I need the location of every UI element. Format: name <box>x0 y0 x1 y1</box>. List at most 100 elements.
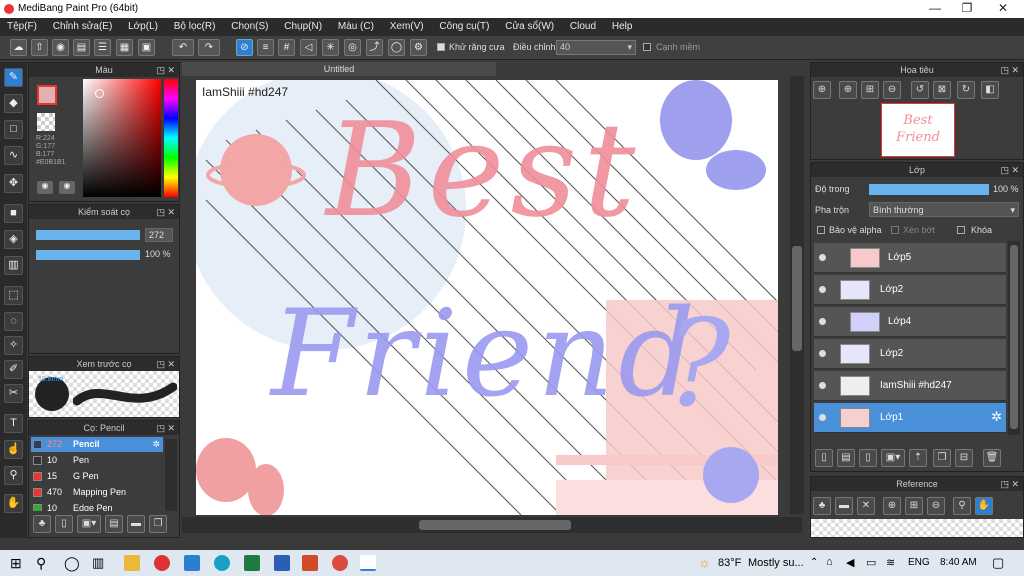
menu-snap[interactable]: Chụp(N) <box>284 18 322 32</box>
trash-icon[interactable]: 🗑 <box>983 449 1001 467</box>
windows-start-icon[interactable]: ⊞ <box>10 555 26 571</box>
comment-icon[interactable]: ◉ <box>52 39 69 56</box>
new-layer-icon[interactable]: ▯ <box>815 449 833 467</box>
move-tool-icon[interactable]: ✥ <box>4 174 23 193</box>
menu-file[interactable]: Tệp(F) <box>7 18 37 32</box>
cloud-icon[interactable]: ☁ <box>10 39 27 56</box>
fill-rect-tool-icon[interactable]: ■ <box>4 204 23 223</box>
zoom-out-icon[interactable]: ⊖ <box>883 81 901 99</box>
grid-snap-icon[interactable]: # <box>278 39 295 56</box>
layer-row[interactable]: IamShiii #hd247 <box>814 371 1006 401</box>
search-icon[interactable]: ⚲ <box>36 555 52 571</box>
powerpoint-icon[interactable] <box>302 555 318 571</box>
perspective-snap-icon[interactable]: ◁ <box>300 39 317 56</box>
weather-icon[interactable]: ☼ <box>698 554 711 570</box>
tray-chevron-icon[interactable]: ⌃ <box>810 557 818 568</box>
new-folder-layer-icon[interactable]: ▯ <box>859 449 877 467</box>
gear-icon[interactable]: ✲ <box>152 437 160 452</box>
text-tool-icon[interactable]: T <box>4 414 23 433</box>
smooth-checkbox[interactable] <box>643 43 651 51</box>
menu-filter[interactable]: Bộ lọc(R) <box>174 18 216 32</box>
medibang-taskbar-icon[interactable] <box>360 555 376 571</box>
fit-screen-icon[interactable]: ⊞ <box>861 81 879 99</box>
eye-icon[interactable] <box>819 350 826 357</box>
panel-close-icon[interactable]: ◳ ✕ <box>156 205 175 219</box>
weather-text[interactable]: Mostly su... <box>748 557 806 569</box>
menu-select[interactable]: Chọn(S) <box>231 18 268 32</box>
brush-size-slider[interactable] <box>36 230 140 240</box>
canvas-tab[interactable]: Untitled <box>182 62 496 76</box>
menu-color[interactable]: Màu (C) <box>338 18 374 32</box>
task-view-icon[interactable]: ◯ <box>64 555 80 571</box>
select-pen-icon[interactable]: ✐ <box>4 360 23 379</box>
vertical-scroll-thumb[interactable] <box>792 246 802 351</box>
upload-icon[interactable]: ⇧ <box>31 39 48 56</box>
close-button[interactable]: ✕ <box>986 1 1020 15</box>
redo-icon[interactable]: ↷ <box>198 39 220 56</box>
canvas-vertical-scrollbar[interactable] <box>790 76 804 514</box>
layer-scrollbar[interactable] <box>1008 241 1020 435</box>
zoom-fit-icon[interactable]: ⊕ <box>813 81 831 99</box>
layer-row[interactable]: Lớp4 <box>814 307 1006 337</box>
ellipse-snap-icon[interactable]: ◯ <box>388 39 405 56</box>
artwork-canvas[interactable]: IamShiii #hd247 Best Friend ? <box>196 80 778 515</box>
rect-tool-icon[interactable]: □ <box>4 120 23 139</box>
rotate-left-icon[interactable]: ↺ <box>911 81 929 99</box>
primary-color-swatch[interactable] <box>37 85 57 105</box>
panel-close-icon[interactable]: ◳ ✕ <box>1000 163 1019 177</box>
network-icon[interactable]: ⌂ <box>826 556 833 568</box>
brush-menu-icon[interactable]: ▣▾ <box>77 515 101 533</box>
new-brush-icon[interactable]: ▯ <box>55 515 73 533</box>
battery-icon[interactable]: ▭ <box>866 556 876 569</box>
eraser-tool-icon[interactable]: ◆ <box>4 94 23 113</box>
eye-icon[interactable] <box>819 414 826 421</box>
clock[interactable]: 8:40 AM <box>940 557 977 568</box>
layer-row[interactable]: Lớp2 <box>814 275 1006 305</box>
select-tool-icon[interactable]: ⬚ <box>4 286 23 305</box>
transparent-swatch[interactable] <box>37 113 55 131</box>
list-icon[interactable]: ☰ <box>94 39 111 56</box>
brush-tool-icon[interactable]: ✎ <box>4 68 23 87</box>
brush-opacity-slider[interactable] <box>36 250 140 260</box>
no-snap-icon[interactable]: ⊘ <box>236 39 253 56</box>
menu-tools[interactable]: Công cụ(T) <box>439 18 489 32</box>
excel-icon[interactable] <box>244 555 260 571</box>
layer-row[interactable]: Lớp2 <box>814 339 1006 369</box>
add-reference-icon[interactable]: ♣ <box>813 497 831 515</box>
clip-checkbox[interactable] <box>891 226 899 234</box>
widgets-icon[interactable]: ▥ <box>92 555 108 571</box>
fit-screen-icon[interactable]: ⊞ <box>905 497 923 515</box>
notifications-icon[interactable]: ▢ <box>992 555 1004 571</box>
select-eraser-icon[interactable]: ✂ <box>4 384 23 403</box>
menu-cloud[interactable]: Cloud <box>570 18 596 32</box>
pen-tool-icon[interactable]: ∿ <box>4 146 23 165</box>
operation-tool-icon[interactable]: ☝ <box>4 440 23 459</box>
weather-temp[interactable]: 83°F <box>718 557 741 569</box>
brush-item-pencil[interactable]: 272 Pencil ✲ <box>31 437 163 452</box>
color-picker-cursor[interactable] <box>95 89 104 98</box>
menu-help[interactable]: Help <box>612 18 633 32</box>
copy-brush-icon[interactable]: ▤ <box>105 515 123 533</box>
gear-icon[interactable]: ✲ <box>991 409 1002 425</box>
edge-icon[interactable] <box>214 555 230 571</box>
zoom-in-icon[interactable]: ⊕ <box>883 497 901 515</box>
app-red-icon[interactable] <box>154 555 170 571</box>
hand-icon[interactable]: ✋ <box>975 497 993 515</box>
chat-icon[interactable]: ▤ <box>73 39 90 56</box>
panel-close-icon[interactable]: ◳ ✕ <box>1000 63 1019 77</box>
open-folder-icon[interactable]: ▬ <box>835 497 853 515</box>
adjust-select[interactable]: 40 ▾ <box>556 40 636 55</box>
curve-snap-icon[interactable]: ⤴ <box>366 39 383 56</box>
gradient-tool-icon[interactable]: ▥ <box>4 256 23 275</box>
minimize-button[interactable]: — <box>918 1 952 15</box>
brush-item-edge-pen[interactable]: 10 Edge Pen <box>31 501 163 511</box>
layer-row-selected[interactable]: Lớp1 ✲ <box>814 403 1006 433</box>
volume-icon[interactable]: ◀ <box>846 556 854 569</box>
bucket-tool-icon[interactable]: ◈ <box>4 230 23 249</box>
settings-icon[interactable]: ⚙ <box>410 39 427 56</box>
duplicate-icon[interactable]: ❐ <box>149 515 167 533</box>
horizontal-scroll-thumb[interactable] <box>419 520 571 530</box>
eyedropper-icon[interactable]: ⚲ <box>4 466 23 485</box>
radial-snap-icon[interactable]: ✳ <box>322 39 339 56</box>
file-explorer-icon[interactable] <box>124 555 140 571</box>
